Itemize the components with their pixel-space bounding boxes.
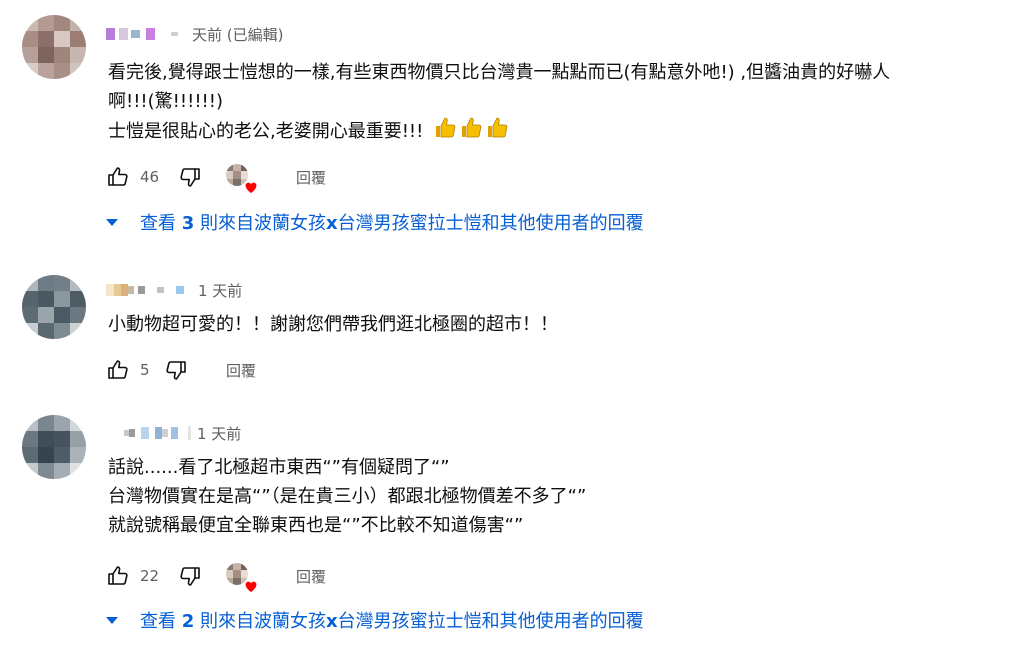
comment-line: 小動物超可愛的！！謝謝您們帶我們逛北極圈的超市！！: [108, 314, 558, 335]
creator-heart[interactable]: [226, 563, 258, 594]
thumbs-up-emoji: [433, 116, 509, 140]
author-row: 1 天前: [124, 422, 241, 444]
dislike-button[interactable]: [176, 163, 204, 191]
comment-timestamp[interactable]: 天前 (已編輯): [192, 24, 283, 45]
comment-line: 話說......看了北極超市東西“”有個疑問了“”: [108, 457, 450, 478]
avatar[interactable]: [22, 15, 86, 79]
like-button[interactable]: [104, 356, 132, 384]
comment-text: 小動物超可愛的！！謝謝您們帶我們逛北極圈的超市！！: [108, 310, 558, 339]
like-count: 22: [140, 567, 160, 585]
caret-down-icon: [106, 219, 118, 226]
view-replies-label: 查看 2 則來自波蘭女孩x台灣男孩蜜拉士愷和其他使用者的回覆: [140, 611, 644, 632]
view-replies-label: 查看 3 則來自波蘭女孩x台灣男孩蜜拉士愷和其他使用者的回覆: [140, 213, 644, 234]
comment-line: 看完後,覺得跟士愷想的一樣,有些東西物價只比台灣貴一點點而已(有點意外吔!) ,…: [108, 62, 891, 83]
comment-line: 士愷是很貼心的老公,老婆開心最重要!!!: [108, 116, 890, 146]
reply-button[interactable]: 回覆: [226, 360, 256, 381]
reply-button[interactable]: 回覆: [296, 167, 326, 188]
author-name-redacted[interactable]: [106, 25, 178, 43]
comment-timestamp[interactable]: 1 天前: [198, 280, 242, 301]
author-name-redacted[interactable]: [124, 424, 191, 442]
creator-heart-icon: [244, 181, 258, 195]
comment-text: 看完後,覺得跟士愷想的一樣,有些東西物價只比台灣貴一點點而已(有點意外吔!) ,…: [108, 58, 890, 146]
view-replies-button[interactable]: 查看 2 則來自波蘭女孩x台灣男孩蜜拉士愷和其他使用者的回覆: [104, 605, 644, 635]
like-button[interactable]: [104, 562, 132, 590]
comment-text: 話說......看了北極超市東西“”有個疑問了“” 台灣物價實在是高“”（是在貴…: [108, 453, 586, 540]
comment-line: 就說號稱最便宜全聯東西也是“”不比較不知道傷害“”: [108, 515, 524, 536]
dislike-button[interactable]: [176, 562, 204, 590]
creator-heart-icon: [244, 580, 258, 594]
thumb-up-icon: [108, 566, 128, 585]
thumb-down-icon: [180, 567, 200, 586]
avatar[interactable]: [22, 275, 86, 339]
comment-line: 台灣物價實在是高“”（是在貴三小）都跟北極物價差不多了“”: [108, 486, 587, 507]
comment-line: 啊!!!(驚!!!!!!): [108, 91, 223, 112]
thumb-down-icon: [166, 361, 186, 380]
author-name-redacted[interactable]: [106, 281, 184, 299]
thumb-up-icon: [108, 167, 128, 186]
thumb-up-icon: [108, 360, 128, 379]
creator-heart[interactable]: [226, 164, 258, 195]
reply-button[interactable]: 回覆: [296, 566, 326, 587]
like-count: 46: [140, 168, 160, 186]
caret-down-icon: [106, 617, 118, 624]
comment-actions: 46 回覆: [104, 162, 326, 195]
view-replies-button[interactable]: 查看 3 則來自波蘭女孩x台灣男孩蜜拉士愷和其他使用者的回覆: [104, 207, 644, 237]
comment-actions: 22 回覆: [104, 561, 326, 594]
comment-timestamp[interactable]: 1 天前: [197, 423, 241, 444]
author-row: 天前 (已編輯): [106, 23, 283, 45]
avatar[interactable]: [22, 415, 86, 479]
author-row: 1 天前: [106, 279, 242, 301]
comment-actions: 5 回覆: [104, 355, 256, 385]
thumb-down-icon: [180, 168, 200, 187]
dislike-button[interactable]: [162, 356, 190, 384]
like-button[interactable]: [104, 163, 132, 191]
